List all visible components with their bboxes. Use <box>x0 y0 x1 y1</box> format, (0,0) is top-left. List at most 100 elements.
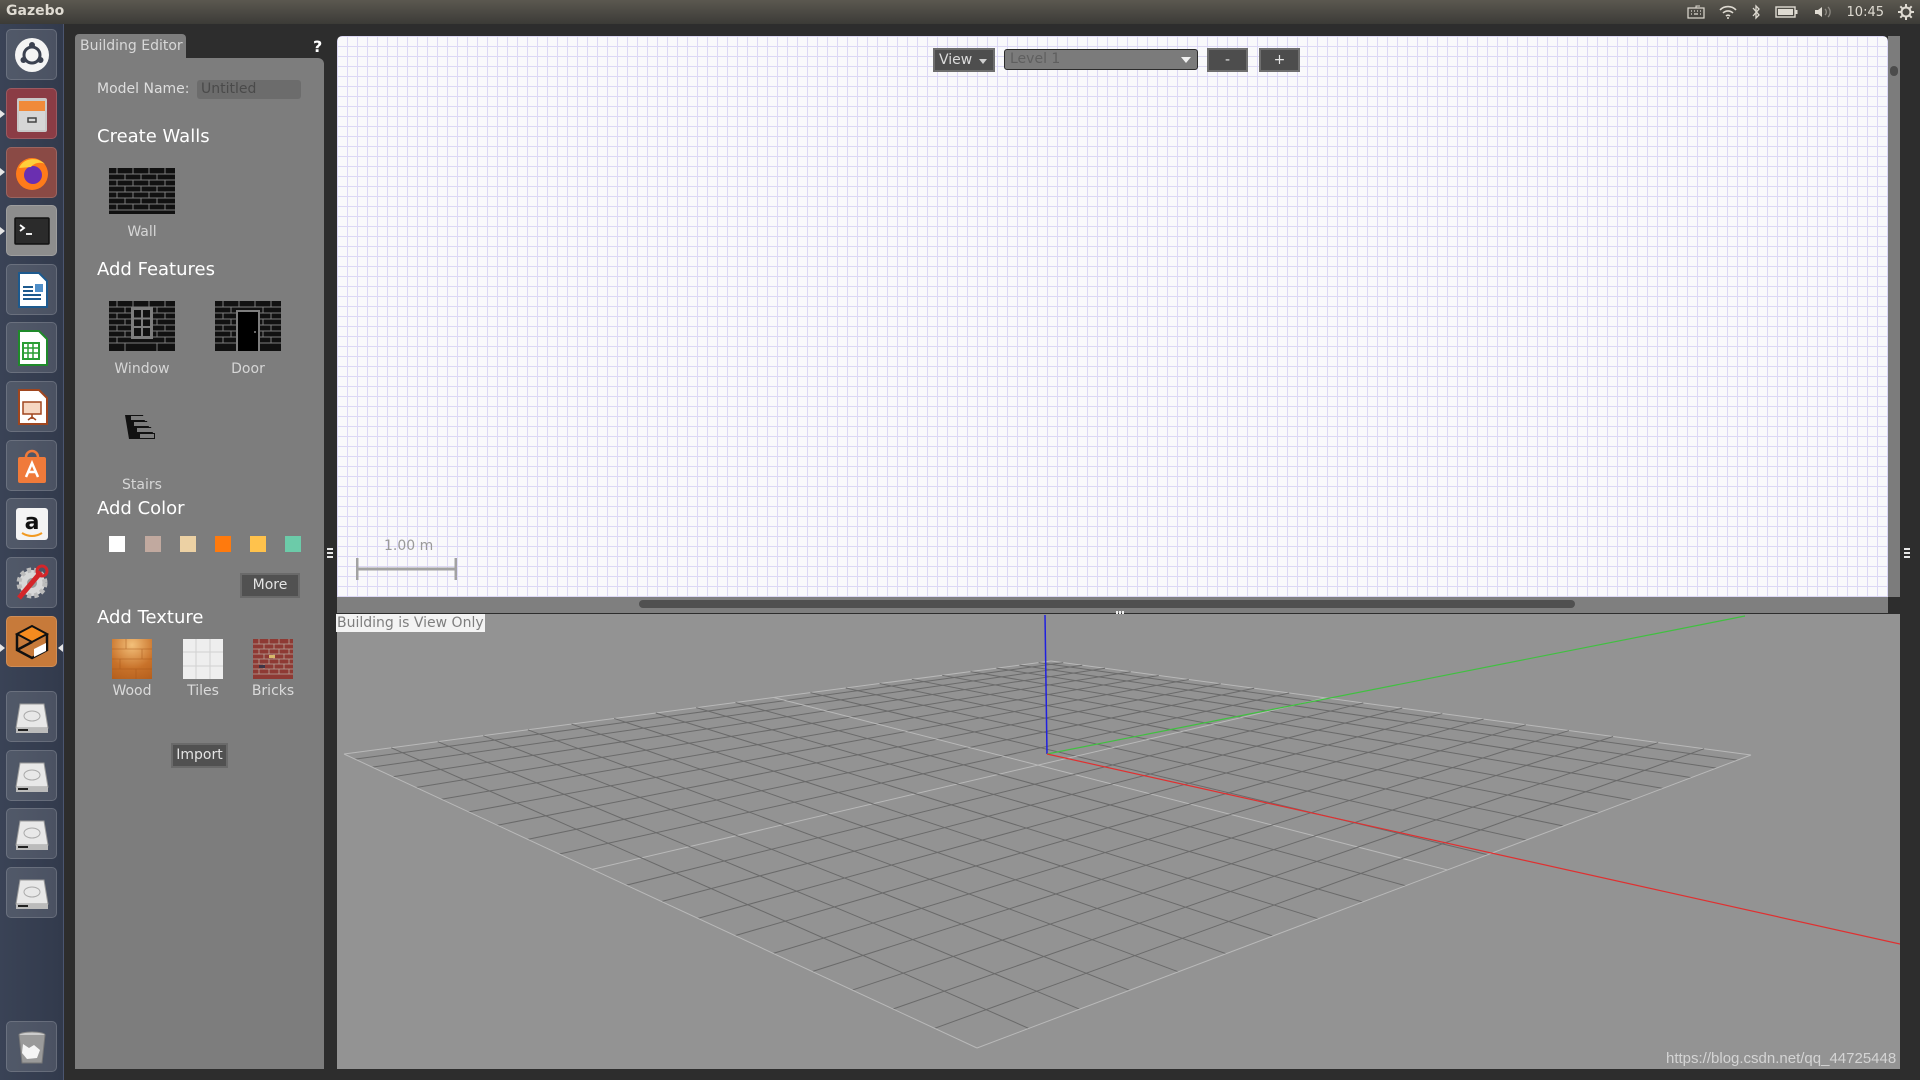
color-swatch-tan[interactable] <box>145 536 161 552</box>
stairs-tool-button[interactable]: Stairs <box>102 411 182 493</box>
z-axis-line <box>1044 614 1048 755</box>
running-indicator <box>0 110 5 118</box>
wall-tool-button[interactable]: Wall <box>102 168 182 240</box>
grid-line <box>735 702 1406 887</box>
color-swatch-orange[interactable] <box>215 536 231 552</box>
building-2d-editor-canvas[interactable] <box>337 36 1888 597</box>
launcher-item-calc[interactable] <box>6 322 57 373</box>
chevron-down-icon <box>979 59 987 64</box>
grid-line <box>415 671 1131 788</box>
vertical-scrollbar[interactable] <box>1888 36 1900 597</box>
right-panel-splitter-handle[interactable] <box>1904 548 1910 560</box>
launcher-item-drive-3[interactable] <box>6 808 57 859</box>
running-indicator <box>0 168 5 176</box>
horizontal-scrollbar-thumb[interactable] <box>639 600 1575 608</box>
launcher-item-writer[interactable] <box>6 264 57 315</box>
color-swatch-teal[interactable] <box>285 536 301 552</box>
amazon-icon: a <box>15 507 48 540</box>
model-name-input[interactable]: Untitled <box>197 80 301 99</box>
stairs-icon <box>125 415 155 439</box>
app-title: Gazebo <box>6 3 65 19</box>
firefox-icon <box>15 157 48 190</box>
clock[interactable]: 10:45 <box>1847 5 1884 20</box>
horizontal-scrollbar[interactable] <box>337 597 1888 613</box>
grid-line <box>483 735 1130 991</box>
door-tool-button[interactable]: Door <box>208 301 288 377</box>
keyboard-icon[interactable] <box>1686 5 1705 19</box>
gear-icon[interactable] <box>1898 4 1914 20</box>
tab-building-editor[interactable]: Building Editor <box>75 34 186 58</box>
volume-icon[interactable] <box>1813 5 1833 19</box>
window-tool-button[interactable]: Window <box>102 301 182 377</box>
view-only-status: Building is View Only <box>336 614 485 632</box>
launcher-item-drive-1[interactable] <box>6 691 57 742</box>
bricks-texture-button[interactable] <box>253 639 293 679</box>
launcher-item-settings[interactable] <box>6 557 57 608</box>
level-select[interactable]: Level 1 <box>1004 49 1198 70</box>
launcher-item-gazebo[interactable] <box>6 616 57 667</box>
vertical-scrollbar-thumb[interactable] <box>1890 66 1898 76</box>
launcher-item-software[interactable] <box>6 440 57 491</box>
launcher-item-dash[interactable] <box>6 29 57 80</box>
3d-scene-view[interactable] <box>337 614 1900 1069</box>
system-tray: 10:45 <box>1686 0 1914 24</box>
building-editor-panel: Model Name: Untitled Create Walls Wall A… <box>75 58 324 1069</box>
help-button[interactable]: ? <box>313 37 322 56</box>
tiles-texture-button[interactable] <box>183 639 223 679</box>
grid-line <box>934 748 1705 1029</box>
launcher-item-terminal[interactable] <box>6 205 57 256</box>
bluetooth-icon[interactable] <box>1751 4 1761 20</box>
grid-line <box>810 692 1488 856</box>
focused-indicator <box>58 644 63 652</box>
bricks-texture-icon <box>253 639 293 675</box>
launcher-item-impress[interactable] <box>6 381 57 432</box>
grid-line <box>343 660 1052 755</box>
trash-icon <box>18 1031 45 1063</box>
section-add-color: Add Color <box>97 498 185 519</box>
level-select-value: Level 1 <box>1010 51 1061 67</box>
top-panel: Gazebo 10:45 <box>0 0 1920 24</box>
grid-line <box>661 707 1403 903</box>
model-name-label: Model Name: <box>97 81 190 97</box>
view-menu-button[interactable]: View <box>933 48 995 72</box>
grid-line <box>343 753 978 1049</box>
window-icon <box>109 301 175 351</box>
bricks-texture-label: Bricks <box>251 683 295 699</box>
color-swatch-beige[interactable] <box>180 536 196 552</box>
door-tool-label: Door <box>231 361 265 377</box>
remove-level-button[interactable]: - <box>1207 48 1248 72</box>
scale-bar <box>356 558 457 580</box>
wood-texture-icon <box>112 639 152 679</box>
grid-line <box>614 717 1273 937</box>
launcher-item-files[interactable] <box>6 88 57 139</box>
import-button[interactable]: Import <box>171 743 228 768</box>
more-colors-button[interactable]: More <box>240 573 300 598</box>
launcher-item-drive-2[interactable] <box>6 750 57 801</box>
hard-drive-icon <box>14 762 49 792</box>
launcher-item-firefox[interactable] <box>6 147 57 198</box>
color-swatch-white[interactable] <box>109 536 125 552</box>
grid-line <box>911 678 1599 814</box>
chevron-down-icon <box>1181 57 1191 63</box>
battery-icon[interactable] <box>1774 6 1799 18</box>
grid-line <box>626 702 1364 886</box>
section-create-walls: Create Walls <box>97 126 210 147</box>
wifi-icon[interactable] <box>1718 5 1737 19</box>
add-level-button[interactable]: + <box>1259 48 1300 72</box>
grid-line <box>976 754 1752 1049</box>
tiles-texture-label: Tiles <box>187 683 219 699</box>
impress-icon <box>17 388 48 425</box>
panel-splitter-handle[interactable] <box>327 548 333 560</box>
launcher-item-amazon[interactable]: a <box>6 498 57 549</box>
ubuntu-logo-icon <box>14 37 49 72</box>
wood-texture-button[interactable] <box>112 639 152 679</box>
gazebo-icon <box>14 624 49 659</box>
launcher-item-drive-4[interactable] <box>6 867 57 918</box>
grid-line <box>372 664 1083 768</box>
writer-icon <box>17 271 48 308</box>
door-icon <box>215 301 281 351</box>
grid-line <box>697 713 1443 919</box>
color-swatch-yellow[interactable] <box>250 536 266 552</box>
running-indicator <box>0 644 5 652</box>
launcher-item-trash[interactable] <box>6 1021 57 1072</box>
